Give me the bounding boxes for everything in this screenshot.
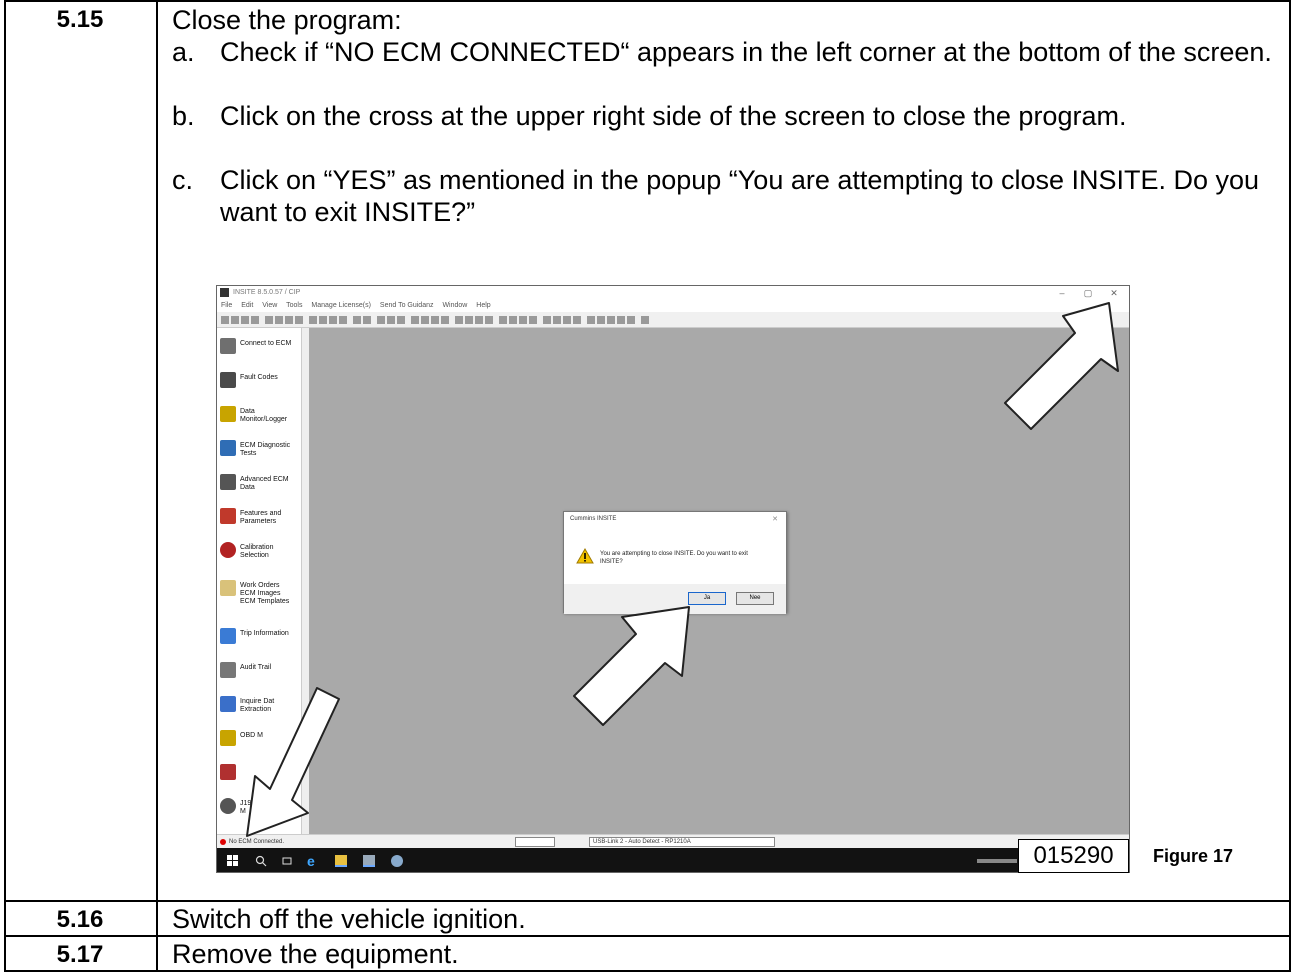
table-border-left	[4, 0, 6, 972]
sub-item-letter: a.	[172, 37, 195, 67]
figure-caption: Figure 17	[1153, 846, 1234, 866]
figure-code: 015290	[1018, 839, 1129, 873]
step-text-517: Remove the equipment.	[172, 939, 459, 969]
step-number-516: 5.16	[56, 906, 104, 933]
step-number-517: 5.17	[56, 941, 104, 968]
row-border-top	[4, 0, 1291, 2]
step-text-516: Switch off the vehicle ignition.	[172, 904, 526, 934]
row-border-516-bottom	[4, 935, 1291, 937]
sub-item-text: Check if “NO ECM CONNECTED“ appears in t…	[220, 37, 1272, 67]
sub-item-letter: b.	[172, 101, 195, 131]
row-border-515-bottom	[4, 900, 1291, 902]
arrow-to-status	[246, 687, 340, 837]
sub-item-c: c. Click on “YES” as mentioned in the po…	[172, 164, 1282, 228]
step-number-515: 5.15	[56, 6, 104, 33]
annotation-arrows	[246, 302, 1119, 837]
sub-item-b: b. Click on the cross at the upper right…	[172, 100, 1282, 132]
column-divider	[156, 0, 158, 972]
arrow-to-yes-button	[573, 606, 690, 726]
insite-screenshot: INSITE 8.5.0.57 / CIP – ▢ ✕ File Edit Vi…	[216, 285, 1130, 873]
sub-item-letter: c.	[172, 165, 194, 195]
step-title-515: Close the program:	[172, 5, 402, 35]
sub-item-text: Click on “YES” as mentioned in the popup…	[220, 165, 1260, 227]
sub-item-text: Click on the cross at the upper right si…	[220, 101, 1127, 131]
arrow-to-close-icon	[1004, 302, 1119, 430]
sub-item-a: a. Check if “NO ECM CONNECTED“ appears i…	[172, 36, 1282, 68]
